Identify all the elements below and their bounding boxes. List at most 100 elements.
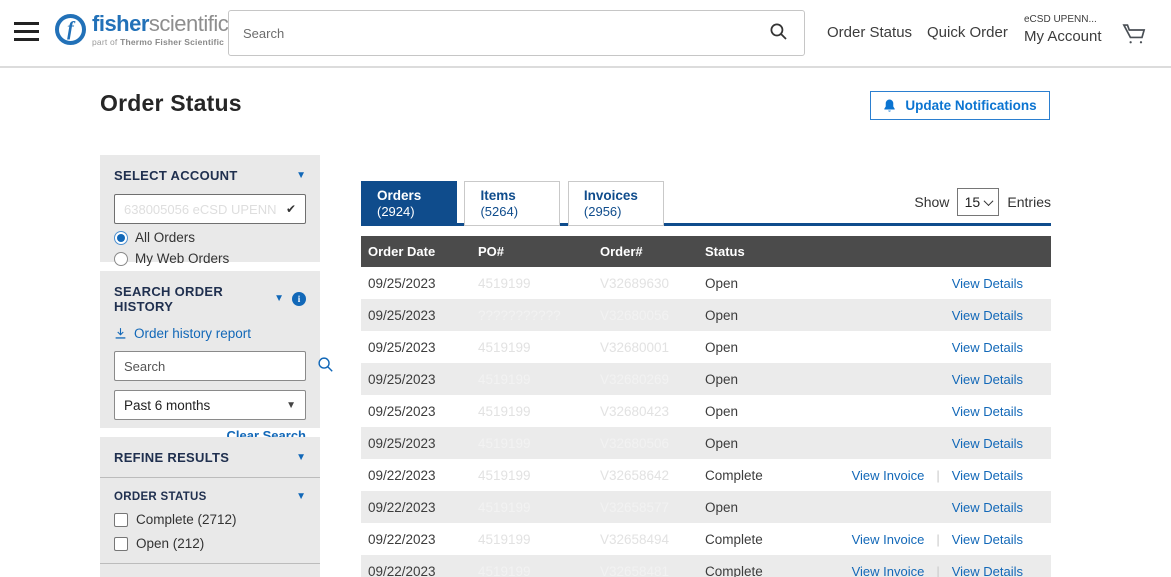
row-actions: View Details: [845, 404, 1051, 419]
update-notifications-button[interactable]: Update Notifications: [870, 91, 1050, 120]
row-actions: View Details: [845, 276, 1051, 291]
view-details-link[interactable]: View Details: [952, 532, 1023, 547]
po-number-cell: 4519199: [478, 532, 600, 547]
chevron-down-icon: [984, 196, 994, 206]
order-number-cell: V32680056: [600, 308, 705, 323]
search-order-history-header[interactable]: SEARCH ORDER HISTORY ▼ i: [114, 284, 306, 314]
my-account-label: My Account: [1024, 28, 1102, 45]
search-icon[interactable]: [309, 356, 342, 376]
chevron-down-icon: ▼: [296, 453, 306, 463]
global-search-input[interactable]: [229, 26, 753, 41]
table-row: 09/25/2023 4519199 V32680506 Open View D…: [361, 427, 1051, 459]
radio-my-web-orders[interactable]: My Web Orders: [114, 251, 306, 266]
tab-items[interactable]: Items (5264): [464, 181, 560, 226]
link-separator: |: [936, 532, 939, 547]
cart-icon[interactable]: [1119, 20, 1149, 52]
row-actions: View Details: [845, 500, 1051, 515]
filter-open-label: Open (212): [136, 536, 204, 551]
order-number-cell: V32658642: [600, 468, 705, 483]
bell-icon: [883, 99, 896, 113]
filter-open-checkbox[interactable]: Open (212): [114, 536, 306, 551]
table-row: 09/25/2023 4519199 V32680001 Open View D…: [361, 331, 1051, 363]
view-details-link[interactable]: View Details: [952, 564, 1023, 577]
entries-label: Entries: [1007, 194, 1051, 210]
po-number-cell: 4519199: [478, 436, 600, 451]
filter-complete-label: Complete (2712): [136, 512, 237, 527]
page: f fisherscientific part of Thermo Fisher…: [0, 0, 1171, 577]
chevron-down-icon: ▼: [296, 492, 306, 502]
logo-f-icon: f: [55, 14, 86, 45]
row-actions: View Details: [845, 372, 1051, 387]
view-invoice-link[interactable]: View Invoice: [852, 564, 925, 577]
nav-order-status[interactable]: Order Status: [827, 24, 912, 41]
refine-results-panel: REFINE RESULTS ▼ ORDER STATUS ▼ Complete…: [100, 437, 320, 577]
order-status-filter-header[interactable]: ORDER STATUS ▼: [114, 491, 306, 503]
order-number-cell: V32658494: [600, 532, 705, 547]
radio-all-orders-label: All Orders: [135, 230, 195, 245]
tab-bar: Orders (2924) Items (5264) Invoices (295…: [361, 181, 1051, 226]
divider: [100, 477, 320, 478]
order-history-search-input[interactable]: [115, 359, 309, 374]
account-select-value: 638005056 eCSD UPENN: [124, 202, 286, 217]
show-label: Show: [914, 194, 949, 210]
status-cell: Open: [705, 404, 845, 419]
checkbox-icon: [114, 537, 128, 551]
view-details-link[interactable]: View Details: [952, 404, 1023, 419]
row-actions: View Invoice | View Details: [845, 468, 1051, 483]
select-account-header[interactable]: SELECT ACCOUNT ▼: [114, 168, 306, 183]
info-icon[interactable]: i: [292, 292, 306, 306]
view-details-link[interactable]: View Details: [952, 468, 1023, 483]
account-select[interactable]: 638005056 eCSD UPENN ✔: [114, 194, 306, 224]
checkbox-icon: [114, 513, 128, 527]
order-date-cell: 09/25/2023: [368, 372, 478, 387]
order-number-cell: V32680269: [600, 372, 705, 387]
filter-complete-checkbox[interactable]: Complete (2712): [114, 512, 306, 527]
order-number-cell: V32689630: [600, 276, 705, 291]
status-cell: Open: [705, 340, 845, 355]
fisher-scientific-logo[interactable]: f fisherscientific part of Thermo Fisher…: [55, 12, 228, 47]
date-range-value: Past 6 months: [124, 398, 286, 413]
top-header: f fisherscientific part of Thermo Fisher…: [0, 0, 1171, 68]
chevron-down-icon: ▼: [296, 171, 306, 181]
entries-per-page-select[interactable]: 15: [957, 188, 999, 216]
brand-suffix: scientific: [149, 11, 228, 36]
order-date-cell: 09/22/2023: [368, 468, 478, 483]
radio-unselected-icon: [114, 252, 128, 266]
order-date-cell: 09/25/2023: [368, 308, 478, 323]
po-number-cell: 4519199: [478, 500, 600, 515]
status-cell: Open: [705, 276, 845, 291]
view-details-link[interactable]: View Details: [952, 500, 1023, 515]
view-details-link[interactable]: View Details: [952, 436, 1023, 451]
row-actions: View Details: [845, 308, 1051, 323]
table-row: 09/22/2023 4519199 V32658494 Complete Vi…: [361, 523, 1051, 555]
tab-invoices[interactable]: Invoices (2956): [568, 181, 664, 226]
view-details-link[interactable]: View Details: [952, 276, 1023, 291]
view-invoice-link[interactable]: View Invoice: [852, 532, 925, 547]
my-account-menu[interactable]: eCSD UPENN... My Account: [1024, 14, 1102, 45]
checkmark-icon: ✔: [286, 202, 296, 216]
tab-orders[interactable]: Orders (2924): [361, 181, 457, 226]
hamburger-menu-icon[interactable]: [14, 22, 39, 43]
search-order-history-heading: SEARCH ORDER HISTORY: [114, 284, 274, 314]
view-details-link[interactable]: View Details: [952, 372, 1023, 387]
view-details-link[interactable]: View Details: [952, 340, 1023, 355]
search-icon[interactable]: [753, 22, 804, 44]
po-number-cell: 4519199: [478, 372, 600, 387]
refine-results-header[interactable]: REFINE RESULTS ▼: [114, 450, 306, 465]
order-history-report-link[interactable]: Order history report: [114, 326, 306, 341]
nav-quick-order[interactable]: Quick Order: [927, 24, 1008, 41]
order-date-cell: 09/22/2023: [368, 500, 478, 515]
link-separator: |: [936, 564, 939, 577]
radio-all-orders[interactable]: All Orders: [114, 230, 306, 245]
date-range-select[interactable]: Past 6 months ▼: [114, 390, 306, 420]
row-actions: View Details: [845, 436, 1051, 451]
row-actions: View Invoice | View Details: [845, 532, 1051, 547]
order-number-cell: V32680423: [600, 404, 705, 419]
view-details-link[interactable]: View Details: [952, 308, 1023, 323]
order-date-cell: 09/25/2023: [368, 340, 478, 355]
select-account-panel: SELECT ACCOUNT ▼ 638005056 eCSD UPENN ✔ …: [100, 155, 320, 262]
status-cell: Open: [705, 308, 845, 323]
col-status: Status: [705, 244, 845, 259]
order-date-cell: 09/22/2023: [368, 564, 478, 577]
view-invoice-link[interactable]: View Invoice: [852, 468, 925, 483]
